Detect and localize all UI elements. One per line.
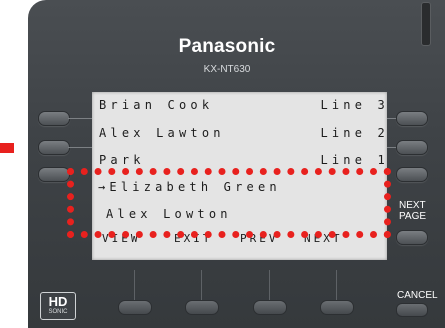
next-page-label-line1: NEXT [399, 200, 426, 211]
next-page-label: NEXT PAGE [399, 200, 445, 222]
cancel-button[interactable] [396, 303, 428, 317]
display-row-selected[interactable]: →Elizabeth Green [92, 178, 387, 198]
leader-line [68, 118, 92, 119]
softkey-button-1[interactable] [118, 300, 152, 315]
softkey-exit: EXIT [174, 232, 213, 245]
softkey-button-2[interactable] [185, 300, 219, 315]
model-label: KX-NT630 [203, 64, 251, 75]
left-line-button-1[interactable] [38, 111, 70, 126]
display-row[interactable]: Alex Lawton Line 2 [92, 124, 387, 144]
right-line-button-2[interactable] [396, 140, 428, 155]
lcd-display: Brian Cook Line 3 Alex Lawton Line 2 Par… [92, 92, 387, 260]
right-line-button-3[interactable] [396, 167, 428, 182]
red-edge-marker [0, 143, 14, 153]
softkey-divider [269, 270, 270, 304]
softkey-prev: PREV [240, 232, 279, 245]
hd-sonic-logo: HD SONIC [40, 292, 76, 320]
line-label: Line 2 [320, 126, 389, 140]
softkey-button-4[interactable] [320, 300, 354, 315]
contact-name: Alex Lawton [99, 126, 225, 140]
next-page-button[interactable] [396, 230, 428, 245]
left-line-button-2[interactable] [38, 140, 70, 155]
contact-name: Alex Lowton [106, 207, 232, 221]
contact-name: Park [99, 153, 145, 167]
leader-line [387, 118, 396, 119]
display-row[interactable]: Alex Lowton [92, 205, 387, 225]
right-line-button-1[interactable] [396, 111, 428, 126]
leader-line [387, 147, 396, 148]
softkey-next: NEXT [304, 232, 343, 245]
line-label: Line 1 [320, 153, 389, 167]
softkey-view: VIEW [102, 232, 141, 245]
display-row[interactable]: Brian Cook Line 3 [92, 96, 387, 116]
left-line-button-3[interactable] [38, 167, 70, 182]
contact-name: Brian Cook [99, 98, 214, 112]
softkey-divider [134, 270, 135, 304]
display-row[interactable]: Park Line 1 [92, 151, 387, 171]
leader-line [68, 147, 92, 148]
next-page-label-line2: PAGE [399, 211, 427, 222]
handset-slot [421, 2, 431, 46]
line-label: Line 3 [320, 98, 389, 112]
softkey-divider [336, 270, 337, 304]
hd-logo-text: HD [48, 294, 68, 309]
softkey-divider [201, 270, 202, 304]
softkey-button-3[interactable] [253, 300, 287, 315]
contact-name: →Elizabeth Green [98, 180, 281, 194]
brand-logo: Panasonic [178, 36, 276, 57]
sonic-logo-text: SONIC [48, 309, 68, 315]
cancel-label: CANCEL [397, 290, 438, 301]
